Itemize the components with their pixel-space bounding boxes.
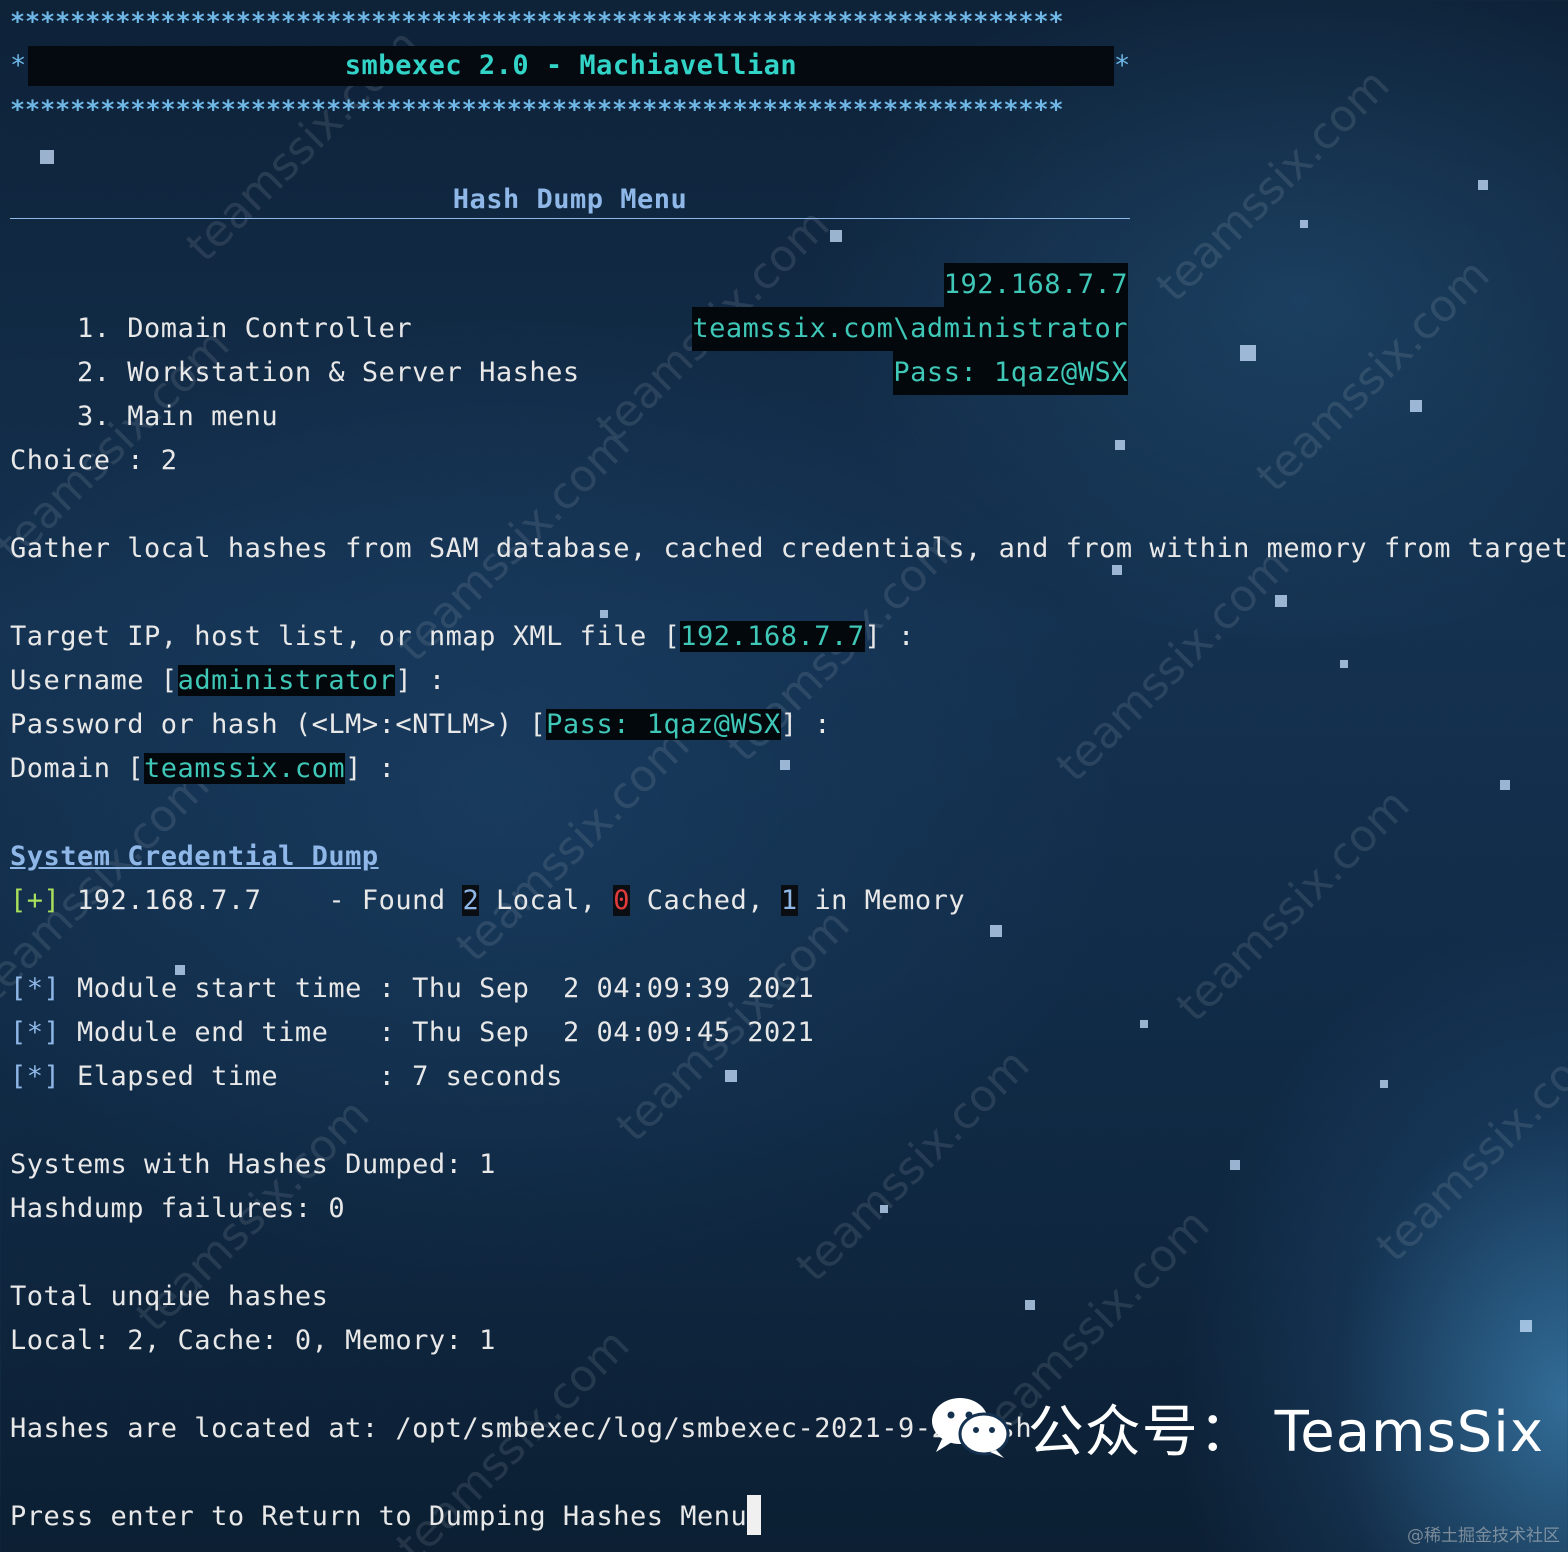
menu-item-value: 192.168.7.7	[943, 263, 1128, 307]
target-prompt: Target IP, host list, or nmap XML file […	[10, 615, 1550, 659]
prompt-end: ] :	[864, 621, 915, 652]
memory-count: 1	[780, 885, 798, 916]
menu-item-workstation-hashes: 2. Workstation & Server Hashes teamssix.…	[10, 307, 1550, 388]
total-hashes-title: Total unqiue hashes	[10, 1281, 329, 1312]
choice-line: Choice : 2	[10, 445, 178, 476]
module-start-time: [*] Module start time : Thu Sep 2 04:09:…	[10, 967, 1550, 1011]
module-end-time: [*] Module end time : Thu Sep 2 04:09:45…	[10, 1011, 1550, 1055]
cached-label: Cached,	[630, 885, 781, 916]
prompt-end: ] :	[395, 665, 446, 696]
banner: * smbexec 2.0 - Machiavellian *	[10, 44, 1550, 88]
banner-left-edge: *	[10, 50, 27, 81]
local-count: 2	[462, 885, 480, 916]
banner-top-border: ****************************************…	[10, 7, 1064, 36]
return-prompt[interactable]: Press enter to Return to Dumping Hashes …	[10, 1495, 1550, 1539]
timing-text: Elapsed time : 7 seconds	[60, 1061, 563, 1092]
terminal-output[interactable]: ****************************************…	[10, 0, 1568, 1539]
dump-found-label: - Found	[261, 885, 463, 916]
prompt-end: ] :	[780, 709, 832, 740]
wechat-brand: 公众号： TeamsSix	[928, 1392, 1544, 1465]
prompt-default-value: teamssix.com	[144, 753, 346, 784]
prompt-default-value: 192.168.7.7	[680, 621, 865, 652]
description-line: Gather local hashes from SAM database, c…	[10, 533, 1568, 564]
info-marker: [*]	[10, 973, 61, 1004]
total-hashes-line: Local: 2, Cache: 0, Memory: 1	[10, 1325, 496, 1356]
prompt-end: ] :	[345, 753, 396, 784]
password-prompt: Password or hash (<LM>:<NTLM>) [Pass: 1q…	[10, 703, 1550, 747]
prompt-default-value: administrator	[177, 665, 396, 696]
section-title: System Credential Dump	[10, 841, 379, 872]
brand-text: 公众号： TeamsSix	[1027, 1399, 1544, 1465]
menu-item-main-menu: 3. Main menu Pass: 1qaz@WSX	[10, 351, 1550, 432]
prompt-label: Username [	[10, 665, 178, 696]
banner-right-edge: *	[1114, 50, 1131, 81]
banner-title: smbexec 2.0 - Machiavellian	[28, 46, 1114, 86]
domain-prompt: Domain [teamssix.com] :	[10, 747, 1550, 791]
prompt-label: Password or hash (<LM>:<NTLM>) [	[10, 709, 547, 740]
prompt-label: Domain [	[10, 753, 145, 784]
info-marker: [*]	[10, 1061, 61, 1092]
memory-label: in Memory	[797, 885, 966, 916]
elapsed-time: [*] Elapsed time : 7 seconds	[10, 1055, 1550, 1099]
username-prompt: Username [administrator] :	[10, 659, 1550, 703]
success-marker: [+]	[10, 885, 61, 916]
credit-watermark: @稀土掘金技术社区	[1407, 1526, 1560, 1546]
menu-item-value: Pass: 1qaz@WSX	[893, 351, 1128, 395]
timing-text: Module start time : Thu Sep 2 04:09:39 2…	[60, 973, 815, 1004]
text-cursor	[747, 1495, 762, 1535]
return-prompt-text: Press enter to Return to Dumping Hashes …	[10, 1501, 748, 1532]
menu-item-value: teamssix.com\administrator	[692, 307, 1128, 351]
menu-item-domain-controller: 1. Domain Controller 192.168.7.7	[10, 263, 1550, 344]
dump-result-line: [+] 192.168.7.7 - Found 2 Local, 0 Cache…	[10, 879, 1550, 923]
cached-count: 0	[613, 885, 631, 916]
wechat-icon	[931, 1398, 1010, 1458]
menu-title: Hash Dump Menu	[10, 176, 1130, 219]
info-marker: [*]	[10, 1017, 61, 1048]
banner-bottom-border: ****************************************…	[10, 95, 1064, 124]
local-label: Local,	[479, 885, 614, 916]
prompt-label: Target IP, host list, or nmap XML file [	[10, 621, 681, 652]
timing-text: Module end time : Thu Sep 2 04:09:45 202…	[60, 1017, 815, 1048]
hashdump-failures-line: Hashdump failures: 0	[10, 1193, 346, 1224]
systems-dumped-line: Systems with Hashes Dumped: 1	[10, 1149, 496, 1180]
dump-ip: 192.168.7.7	[60, 885, 262, 916]
prompt-default-value: Pass: 1qaz@WSX	[546, 709, 781, 740]
